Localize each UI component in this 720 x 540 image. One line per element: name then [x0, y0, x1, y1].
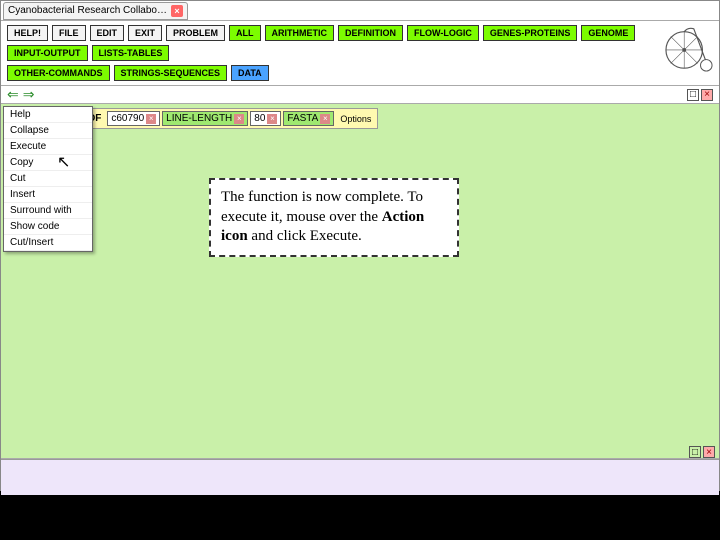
menu-cut-insert[interactable]: Cut/Insert [4, 235, 92, 251]
tab-close-icon[interactable]: × [171, 5, 183, 17]
titlebar: Cyanobacterial Research Collabo… × [1, 1, 719, 21]
chip-close-icon[interactable]: × [234, 114, 244, 124]
chip-close-icon[interactable]: × [320, 114, 330, 124]
other-commands-button[interactable]: OTHER-COMMANDS [7, 65, 110, 81]
menu-copy[interactable]: Copy [4, 155, 92, 171]
help-button[interactable]: HELP! [7, 25, 48, 41]
close-pane-icon[interactable]: × [701, 89, 713, 101]
arithmetic-button[interactable]: ARITHMETIC [265, 25, 335, 41]
instruction-callout: The function is now complete. To execute… [209, 178, 459, 257]
toolbar: HELP! FILE EDIT EXIT PROBLEM ALL ARITHME… [1, 21, 719, 86]
exit-button[interactable]: EXIT [128, 25, 162, 41]
input-output-button[interactable]: INPUT-OUTPUT [7, 45, 88, 61]
genes-proteins-button[interactable]: GENES-PROTEINS [483, 25, 578, 41]
genome-button[interactable]: GENOME [581, 25, 635, 41]
menu-insert[interactable]: Insert [4, 187, 92, 203]
lists-tables-button[interactable]: LISTS-TABLES [92, 45, 170, 61]
arg-fasta[interactable]: FASTA × [283, 111, 334, 126]
menu-collapse[interactable]: Collapse [4, 123, 92, 139]
penny-farthing-icon [665, 23, 713, 75]
arg-entity[interactable]: c60790 × [107, 111, 160, 126]
flow-logic-button[interactable]: FLOW-LOGIC [407, 25, 479, 41]
arg-line-length[interactable]: LINE-LENGTH × [162, 111, 248, 126]
file-button[interactable]: FILE [52, 25, 86, 41]
close-pane-icon[interactable]: × [703, 446, 715, 458]
nav-forward-icon[interactable]: ⇒ [23, 86, 35, 103]
menu-help[interactable]: Help [4, 107, 92, 123]
data-button[interactable]: DATA [231, 65, 269, 81]
bottom-pane: □ × [1, 459, 719, 495]
workspace: SEQUENCE-OF c60790 × LINE-LENGTH × 80 × … [1, 104, 719, 459]
all-button[interactable]: ALL [229, 25, 261, 41]
expand-icon[interactable]: □ [687, 89, 699, 101]
browser-tab[interactable]: Cyanobacterial Research Collabo… × [3, 2, 188, 20]
arg-line-length-value[interactable]: 80 × [250, 111, 281, 126]
expand-icon[interactable]: □ [689, 446, 701, 458]
edit-button[interactable]: EDIT [90, 25, 125, 41]
menu-cut[interactable]: Cut [4, 171, 92, 187]
strings-sequences-button[interactable]: STRINGS-SEQUENCES [114, 65, 228, 81]
menu-execute[interactable]: Execute [4, 139, 92, 155]
menu-show-code[interactable]: Show code [4, 219, 92, 235]
action-menu: Help Collapse Execute Copy Cut Insert Su… [3, 106, 93, 252]
tab-title: Cyanobacterial Research Collabo… [8, 5, 167, 16]
menu-surround-with[interactable]: Surround with [4, 203, 92, 219]
options-link[interactable]: Options [336, 114, 375, 124]
chip-close-icon[interactable]: × [267, 114, 277, 124]
definition-button[interactable]: DEFINITION [338, 25, 403, 41]
nav-back-icon[interactable]: ⇐ [7, 86, 19, 103]
problem-button[interactable]: PROBLEM [166, 25, 225, 41]
chip-close-icon[interactable]: × [146, 114, 156, 124]
nav-row: ⇐ ⇒ □ × [1, 86, 719, 104]
